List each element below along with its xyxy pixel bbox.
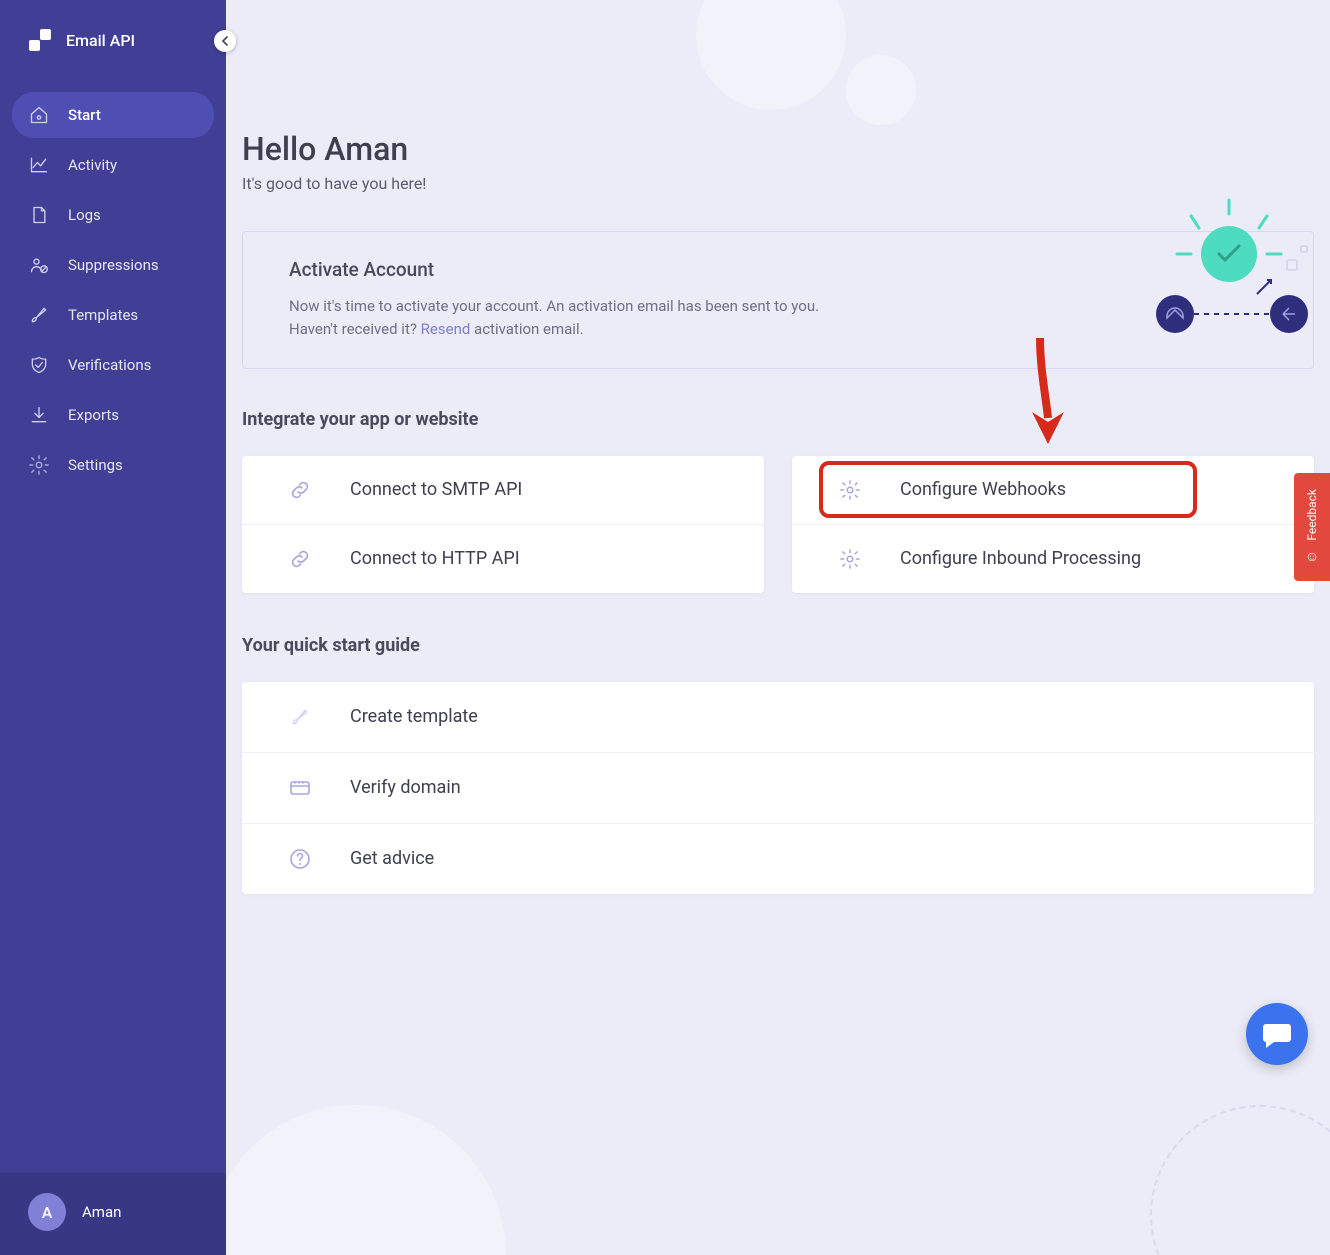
sidebar-item-exports[interactable]: Exports <box>12 392 214 438</box>
gear-icon <box>838 478 862 502</box>
page-subtitle: It's good to have you here! <box>242 174 1314 193</box>
guide-item-label: Create template <box>350 706 478 727</box>
chart-icon <box>28 154 50 176</box>
guide-item-label: Verify domain <box>350 777 461 798</box>
guide-item-create-template[interactable]: Create template <box>242 682 1314 753</box>
sidebar-item-start[interactable]: Start <box>12 92 214 138</box>
sidebar-item-suppressions[interactable]: Suppressions <box>12 242 214 288</box>
sidebar-item-settings[interactable]: Settings <box>12 442 214 488</box>
users-block-icon <box>28 254 50 276</box>
integrate-item-configure-inbound-processing[interactable]: Configure Inbound Processing <box>792 525 1314 593</box>
link-icon <box>288 478 312 502</box>
collapse-sidebar-button[interactable] <box>214 30 236 52</box>
guide-item-label: Get advice <box>350 848 434 869</box>
integrate-section-title: Integrate your app or website <box>242 409 1314 430</box>
nav-list: Start Activity Logs Suppressions Templates Ve… <box>0 80 226 492</box>
guide-item-verify-domain[interactable]: Verify domain <box>242 753 1314 824</box>
sidebar-item-label: Verifications <box>68 356 151 374</box>
integrate-item-connect-to-http-api[interactable]: Connect to HTTP API <box>242 525 764 593</box>
brush-icon <box>288 705 312 729</box>
question-icon <box>288 847 312 871</box>
sidebar-item-verifications[interactable]: Verifications <box>12 342 214 388</box>
gear-icon <box>838 547 862 571</box>
username: Aman <box>82 1203 121 1221</box>
sidebar-item-logs[interactable]: Logs <box>12 192 214 238</box>
sidebar-item-label: Templates <box>68 306 138 324</box>
page-title: Hello Aman <box>242 130 1314 168</box>
activate-title: Activate Account <box>289 258 1267 281</box>
link-icon <box>288 547 312 571</box>
home-icon <box>28 104 50 126</box>
activate-text-after: activation email. <box>470 320 583 338</box>
integrate-item-connect-to-smtp-api[interactable]: Connect to SMTP API <box>242 456 764 525</box>
integrate-col-2: Configure Webhooks Configure Inbound Proc… <box>792 456 1314 593</box>
integrate-col-1: Connect to SMTP API Connect to HTTP API <box>242 456 764 593</box>
guide-card: Create template Verify domain Get advice <box>242 682 1314 894</box>
brand-name: Email API <box>66 31 135 50</box>
sidebar-header: Email API <box>0 0 226 80</box>
integrate-item-label: Configure Inbound Processing <box>900 548 1141 569</box>
integrate-item-label: Configure Webhooks <box>900 479 1066 500</box>
sidebar-item-label: Exports <box>68 406 119 424</box>
sidebar-item-label: Activity <box>68 156 117 174</box>
bg-decoration <box>1150 1105 1330 1255</box>
feedback-tab[interactable]: Feedback ☺ <box>1294 473 1330 581</box>
sidebar: Email API Start Activity Logs Suppressions T… <box>0 0 226 1255</box>
guide-section-title: Your quick start guide <box>242 635 1314 656</box>
integrate-item-label: Connect to SMTP API <box>350 479 522 500</box>
guide-item-get-advice[interactable]: Get advice <box>242 824 1314 894</box>
activate-account-card: Activate Account Now it's time to activa… <box>242 231 1314 369</box>
brush-icon <box>28 304 50 326</box>
chat-icon <box>1262 1020 1292 1048</box>
integrate-grid: Connect to SMTP API Connect to HTTP API C… <box>242 456 1314 593</box>
main-content: Hello Aman It's good to have you here! A… <box>226 0 1330 1255</box>
sidebar-item-templates[interactable]: Templates <box>12 292 214 338</box>
activation-illustration <box>1139 198 1319 338</box>
bg-decoration <box>226 1105 506 1255</box>
sidebar-item-label: Start <box>68 106 101 124</box>
domain-icon <box>288 776 312 800</box>
sidebar-item-label: Suppressions <box>68 256 159 274</box>
integrate-item-label: Connect to HTTP API <box>350 548 520 569</box>
sidebar-user[interactable]: A Aman <box>0 1173 226 1255</box>
logo-icon <box>28 28 52 52</box>
avatar: A <box>28 1193 66 1231</box>
smiley-icon: ☺ <box>1305 548 1319 565</box>
gear-icon <box>28 454 50 476</box>
integrate-item-configure-webhooks[interactable]: Configure Webhooks <box>792 456 1314 525</box>
sidebar-item-label: Logs <box>68 206 101 224</box>
resend-link[interactable]: Resend <box>421 320 471 338</box>
download-icon <box>28 404 50 426</box>
chevron-left-icon <box>221 36 229 46</box>
feedback-label: Feedback <box>1305 489 1319 541</box>
shield-check-icon <box>28 354 50 376</box>
document-icon <box>28 204 50 226</box>
activate-text: Now it's time to activate your account. … <box>289 295 849 342</box>
chat-launcher[interactable] <box>1246 1003 1308 1065</box>
sidebar-item-label: Settings <box>68 456 123 474</box>
sidebar-item-activity[interactable]: Activity <box>12 142 214 188</box>
